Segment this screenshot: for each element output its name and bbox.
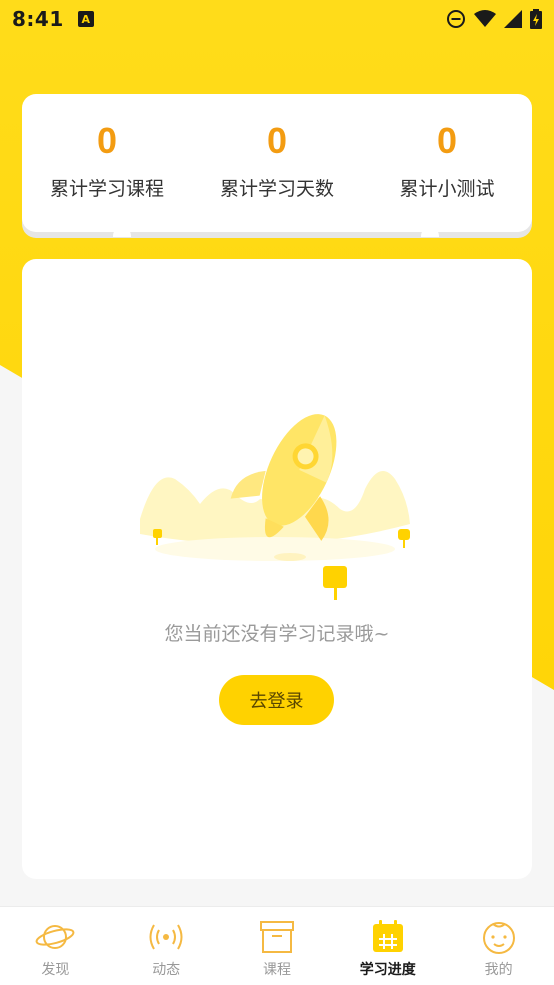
status-bar: 8:41 A xyxy=(0,0,554,38)
stat-days-label: 累计学习天数 xyxy=(219,178,334,200)
planet-icon xyxy=(35,925,75,949)
rocket-illustration xyxy=(140,414,410,600)
tab-learning-progress[interactable]: 学习进度 xyxy=(332,907,443,985)
wifi-icon xyxy=(474,10,496,27)
calendar-icon xyxy=(372,920,403,952)
tab-learning-progress-label: 学习进度 xyxy=(359,962,416,978)
tab-discover[interactable]: 发现 xyxy=(0,907,111,985)
stat-days-value: 0 xyxy=(266,120,288,161)
broadcast-icon xyxy=(149,924,183,950)
face-icon xyxy=(482,922,515,954)
stat-tests-value: 0 xyxy=(436,120,458,161)
tab-profile-label: 我的 xyxy=(484,962,513,978)
login-button[interactable]: 去登录 xyxy=(219,675,334,725)
archive-box-icon xyxy=(259,921,294,953)
status-time: 8:41 xyxy=(12,7,64,31)
notification-icon: A xyxy=(77,11,94,27)
tab-discover-label: 发现 xyxy=(41,962,70,978)
stats-card: 0 累计学习课程 0 累计学习天数 0 累计小测试 xyxy=(22,94,532,237)
tab-courses-label: 课程 xyxy=(262,962,291,978)
learning-records-card: 您当前还没有学习记录哦~ 去登录 xyxy=(22,259,532,879)
stat-tests-label: 累计小测试 xyxy=(399,178,495,200)
stat-courses: 0 累计学习课程 xyxy=(22,94,192,232)
tab-profile[interactable]: 我的 xyxy=(443,907,554,985)
do-not-disturb-icon xyxy=(447,10,465,28)
tab-activity-label: 动态 xyxy=(152,962,181,978)
tab-activity[interactable]: 动态 xyxy=(111,907,222,985)
empty-state-message: 您当前还没有学习记录哦~ xyxy=(164,623,390,645)
stat-courses-value: 0 xyxy=(96,120,118,161)
stat-courses-label: 累计学习课程 xyxy=(49,178,164,200)
signal-icon xyxy=(504,10,522,28)
stat-tests: 0 累计小测试 xyxy=(362,94,532,232)
tab-courses[interactable]: 课程 xyxy=(222,907,333,985)
battery-charging-icon xyxy=(530,9,542,29)
stat-days: 0 累计学习天数 xyxy=(192,94,362,232)
bottom-tab-bar: 发现 动态 课程 学习进度 我的 xyxy=(0,906,554,985)
